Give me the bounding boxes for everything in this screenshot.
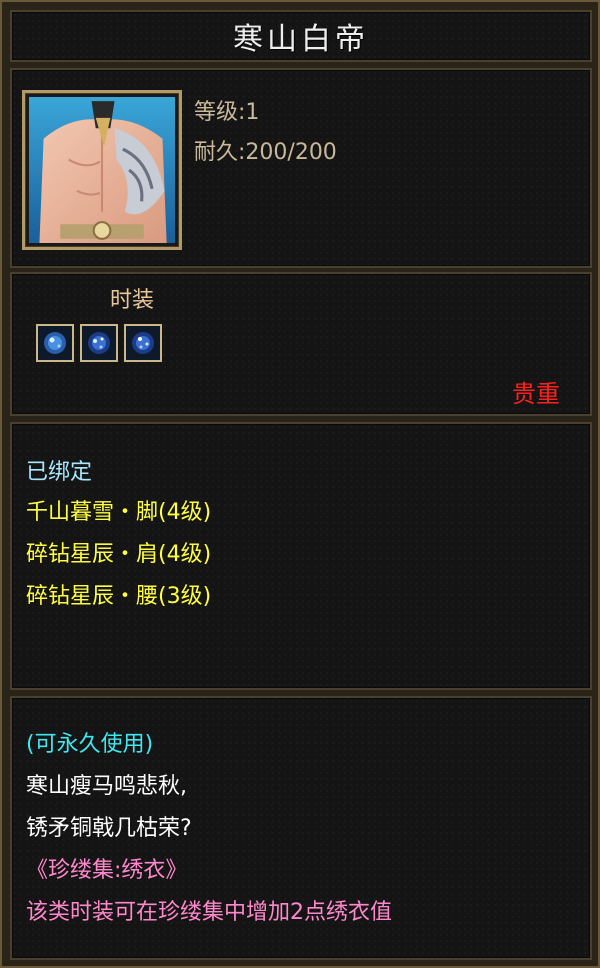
collection-name: 《珍缕集:绣衣》 xyxy=(26,858,188,883)
item-tooltip: 寒山白帝 等级:1 耐久:200/200 时装 贵重 已绑定 千山暮雪・脚(4级… xyxy=(0,0,600,968)
item-name: 寒山白帝 xyxy=(233,22,369,57)
bind-status: 已绑定 xyxy=(26,460,93,485)
collection-effect: 该类时装可在珍缕集中增加2点绣衣值 xyxy=(26,900,392,925)
item-type-section: 时装 贵重 xyxy=(10,272,592,416)
set-bonus-1: 千山暮雪・脚(4级) xyxy=(26,500,212,525)
set-bonus-2: 碎钻星辰・肩(4级) xyxy=(26,542,212,567)
item-durability: 耐久:200/200 xyxy=(194,140,337,165)
character-portrait-icon xyxy=(29,97,175,243)
binding-section: 已绑定 千山暮雪・脚(4级) 碎钻星辰・肩(4级) 碎钻星辰・腰(3级) xyxy=(10,422,592,690)
blue-gem-icon xyxy=(44,332,66,354)
flavor-text-line-2: 锈矛铜戟几枯荣? xyxy=(26,816,192,841)
blue-gem-icon xyxy=(88,332,110,354)
item-quality: 贵重 xyxy=(512,380,560,408)
gem-slots xyxy=(36,324,162,362)
description-section: (可永久使用) 寒山瘦马鸣悲秋, 锈矛铜戟几枯荣? 《珍缕集:绣衣》 该类时装可… xyxy=(10,696,592,960)
gem-slot-1[interactable] xyxy=(36,324,74,362)
set-bonus-3: 碎钻星辰・腰(3级) xyxy=(26,584,212,609)
flavor-text-line-1: 寒山瘦马鸣悲秋, xyxy=(26,774,187,799)
gem-slot-3[interactable] xyxy=(124,324,162,362)
item-level: 等级:1 xyxy=(194,100,260,125)
title-bar: 寒山白帝 xyxy=(10,10,592,62)
item-type-label: 时装 xyxy=(110,288,155,313)
item-portrait xyxy=(22,90,182,250)
permanence-note: (可永久使用) xyxy=(26,732,154,757)
gem-slot-2[interactable] xyxy=(80,324,118,362)
item-header: 等级:1 耐久:200/200 xyxy=(10,68,592,268)
blue-gem-icon xyxy=(132,332,154,354)
